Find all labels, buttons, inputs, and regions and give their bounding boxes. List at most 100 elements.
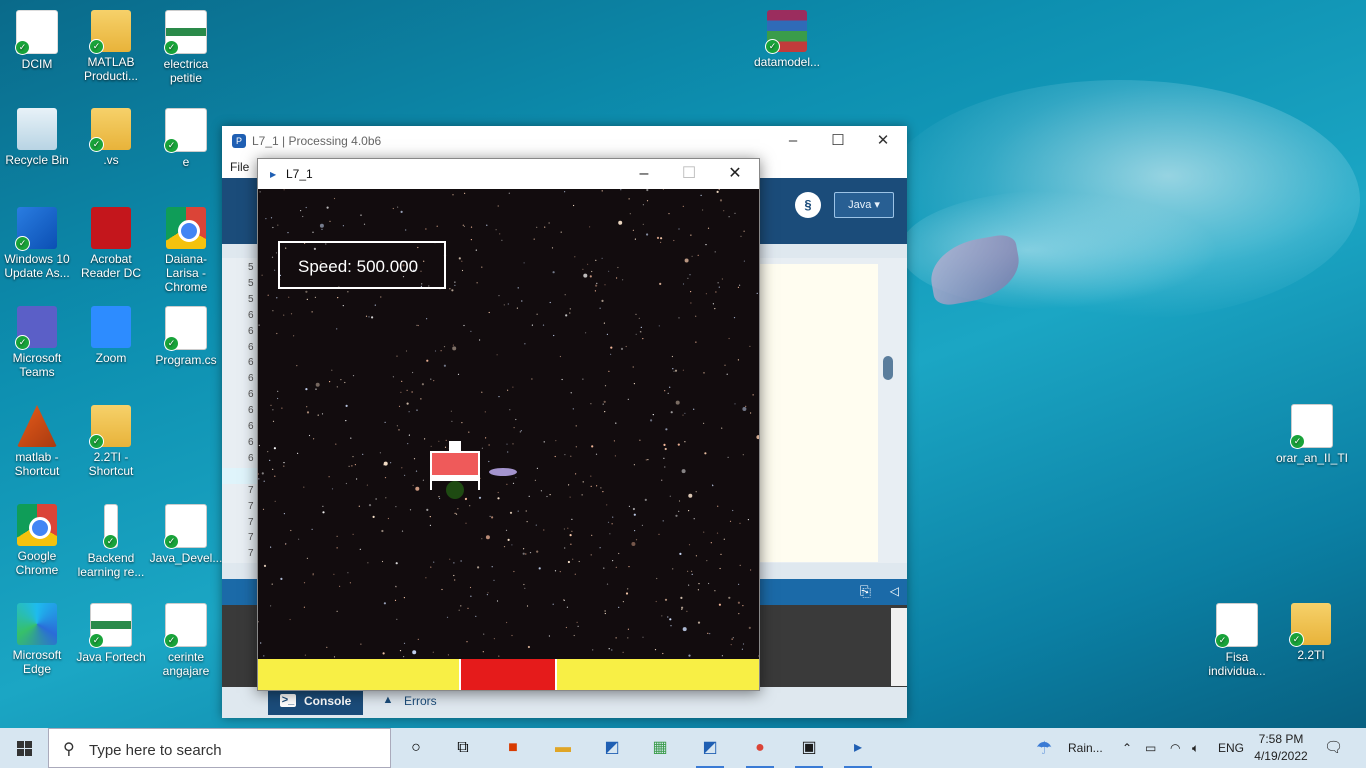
sketch-titlebar[interactable]: ▶ L7_1 – ☐ ✕ — [258, 159, 759, 189]
search-input[interactable] — [87, 738, 381, 762]
desktop-icon-matlab-production[interactable]: ✓ MATLAB Producti... — [74, 10, 148, 83]
close-button[interactable]: ✕ — [712, 159, 758, 189]
menu-file[interactable]: File — [230, 160, 249, 174]
desktop-icon-java-devel[interactable]: ✓ Java_Devel... — [149, 504, 223, 565]
search-icon: ⚲ — [63, 741, 75, 758]
desktop-icon-datamodel[interactable]: ✓ datamodel... — [750, 10, 824, 69]
line-number: 6 — [248, 325, 254, 337]
line-number: 6 — [248, 389, 254, 401]
chrome-icon — [17, 504, 57, 546]
tab-console[interactable]: >_ Console — [268, 687, 364, 715]
desktop-icon-program-cs[interactable]: ✓ Program.cs — [149, 306, 223, 367]
network-app-icon[interactable]: ▦ — [640, 732, 680, 764]
desktop-icon-acrobat[interactable]: Acrobat Reader DC — [74, 207, 148, 280]
line-number: 7 — [248, 548, 254, 560]
processing-title: L7_1 | Processing 4.0b6 — [252, 134, 382, 148]
maximize-button[interactable]: ☐ — [815, 126, 861, 156]
weather-text[interactable]: Rain... — [1068, 728, 1103, 768]
debug-button[interactable]: § — [795, 192, 821, 218]
office-icon[interactable]: ■ — [493, 732, 533, 764]
desktop-icon-dcim[interactable]: ✓ DCIM — [0, 10, 74, 71]
desktop-icon-fisa[interactable]: ✓ Fisa individua... — [1200, 603, 1274, 678]
desktop-icon-teams[interactable]: ✓ Microsoft Teams — [0, 306, 74, 379]
sketch-window[interactable]: ▶ L7_1 – ☐ ✕ Speed: 500.000 — [257, 158, 760, 691]
battery-icon[interactable]: ▭ — [1145, 728, 1156, 768]
acrobat-icon — [91, 207, 131, 249]
line-number: 5 — [248, 262, 254, 273]
minimize-button[interactable]: – — [770, 126, 816, 156]
zoom-icon — [91, 306, 131, 348]
desktop-icon-vs[interactable]: ✓ .vs — [74, 108, 148, 167]
wifi-icon[interactable]: ◠ — [1170, 728, 1180, 768]
console-icon: >_ — [280, 694, 296, 707]
chevron-up-icon[interactable]: ⌃ — [1122, 728, 1132, 768]
text-file-icon: ✓ — [164, 108, 207, 153]
desktop-icon-zoom[interactable]: Zoom — [74, 306, 148, 365]
chrome-icon — [166, 207, 206, 249]
speed-value: 500.000 — [356, 257, 419, 276]
mode-selector[interactable]: Java ▾ — [834, 192, 894, 218]
processing-running-icon[interactable]: ◩ — [690, 732, 730, 768]
sketch-canvas[interactable]: Speed: 500.000 — [258, 189, 759, 690]
matlab-icon — [17, 405, 57, 447]
notification-icon[interactable]: 🗨︎ — [1324, 728, 1343, 768]
processing-titlebar[interactable]: P L7_1 | Processing 4.0b6 – ☐ ✕ — [222, 126, 907, 156]
teams-icon: ✓ — [15, 306, 57, 350]
lander-ship — [430, 441, 480, 499]
clock[interactable]: 7:58 PM 4/19/2022 — [1252, 731, 1310, 765]
minimize-button[interactable]: – — [621, 159, 667, 189]
desktop-icon-google-chrome[interactable]: Google Chrome — [0, 504, 74, 577]
volume-icon[interactable]: 🔈︎ — [1192, 728, 1199, 768]
pycharm-icon[interactable]: ▣ — [789, 732, 829, 768]
line-number: 6 — [248, 373, 254, 385]
console-scrollbar[interactable] — [891, 608, 907, 686]
taskbar-search[interactable]: ⚲ — [48, 728, 391, 768]
desktop-icon-e[interactable]: ✓ e — [149, 108, 223, 169]
processing-app-icon: P — [232, 134, 246, 148]
processing-taskbar-icon[interactable]: ◩ — [592, 732, 632, 764]
task-view-icon[interactable]: ⧉ — [443, 732, 483, 764]
folder-icon: ✓ — [1289, 603, 1331, 647]
desktop-icon-cerinte-angajare[interactable]: ✓ cerinte angajare — [149, 603, 223, 678]
sketch-title: L7_1 — [286, 167, 313, 181]
ground-strip — [258, 659, 759, 690]
sketch-taskbar-icon[interactable]: ▸ — [838, 732, 878, 768]
start-button[interactable] — [0, 728, 48, 768]
line-number: 6 — [248, 421, 254, 433]
maximize-button[interactable]: ☐ — [666, 159, 712, 189]
chrome-taskbar-icon[interactable]: ● — [740, 732, 780, 768]
desktop-icon-matlab-shortcut[interactable]: matlab - Shortcut — [0, 405, 74, 478]
edge-icon — [17, 603, 57, 645]
line-number: 7 — [248, 484, 254, 496]
desktop-icon-edge[interactable]: Microsoft Edge — [0, 603, 74, 676]
sketch-app-icon: ▶ — [270, 170, 277, 179]
code-area[interactable] — [758, 264, 878, 562]
editor-scrollbar[interactable] — [883, 356, 893, 380]
winrar-archive-icon: ✓ — [765, 10, 807, 54]
tab-errors[interactable]: ▲ Errors — [368, 687, 449, 715]
collapse-icon[interactable]: ◁ — [890, 584, 899, 598]
clock-time: 7:58 PM — [1258, 732, 1304, 746]
desktop-icon-chrome-profile[interactable]: Daiana-Larisa - Chrome — [149, 207, 223, 294]
clipboard-icon[interactable]: ⎘ — [860, 583, 871, 600]
desktop-icon-orar[interactable]: ✓ orar_an_II_TI — [1275, 404, 1349, 465]
cortana-icon[interactable]: ○ — [396, 732, 436, 764]
file-icon: ✓ — [103, 504, 118, 549]
file-explorer-icon[interactable]: ▬ — [543, 732, 583, 764]
folder-icon: ✓ — [89, 405, 131, 449]
desktop-icon-22ti[interactable]: ✓ 2.2TI — [1274, 603, 1348, 662]
desktop-icon-java-fortech[interactable]: ✓ Java Fortech — [74, 603, 148, 664]
language-indicator[interactable]: ENG — [1218, 728, 1244, 768]
warning-icon: ▲ — [382, 694, 394, 706]
line-number: 6 — [248, 436, 254, 448]
desktop-icon-22ti-shortcut[interactable]: ✓ 2.2TI - Shortcut — [74, 405, 148, 478]
weather-icon[interactable]: ☂ — [1036, 728, 1052, 768]
desktop-icon-electrica-petitie[interactable]: ✓ electrica petitie — [149, 10, 223, 85]
desktop-icon-backend-learning[interactable]: ✓ Backend learning re... — [74, 504, 148, 579]
windows-icon — [17, 741, 32, 756]
line-number: 7 — [248, 516, 254, 528]
spreadsheet-icon: ✓ — [164, 10, 207, 55]
desktop-icon-recycle-bin[interactable]: Recycle Bin — [0, 108, 74, 167]
desktop-icon-windows-update[interactable]: ✓ Windows 10 Update As... — [0, 207, 74, 280]
close-button[interactable]: ✕ — [860, 126, 906, 156]
